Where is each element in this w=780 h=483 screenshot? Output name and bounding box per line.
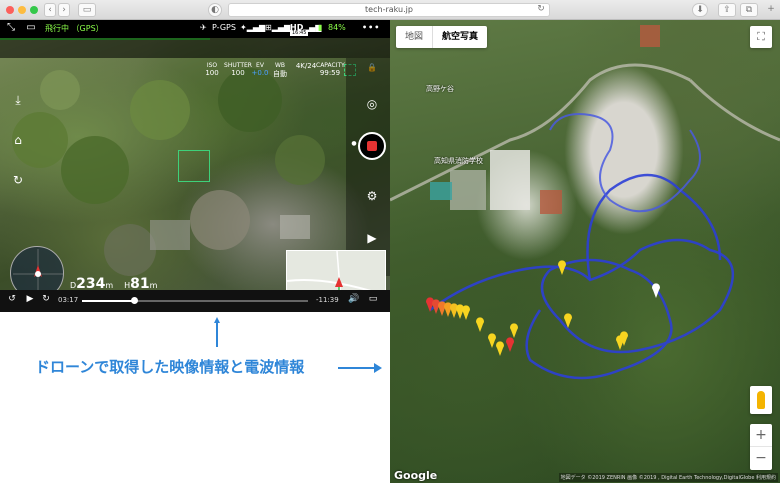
new-tab-icon[interactable]: + [764, 3, 778, 17]
zoom-in-button[interactable]: + [750, 424, 772, 447]
focus-target-box[interactable] [178, 150, 210, 182]
map-attribution[interactable]: 地図データ ©2019 ZENRIN 画像 ©2019 , Digital Ea… [558, 473, 778, 482]
camera-switch-icon[interactable]: ◎ [364, 96, 380, 112]
volume-icon[interactable]: 🔊 [348, 293, 360, 305]
arrow-up-icon [214, 317, 220, 347]
browser-toolbar: ‹ › ▭ ◐ tech-raku.jp ↻ ⬇ ⇪ ⧉ + [0, 0, 780, 20]
share-icon[interactable]: ⇪ [718, 3, 736, 17]
record-button[interactable] [358, 132, 386, 160]
camera-control-panel: ◎ ● ⚙ ▶ [346, 58, 390, 276]
camera-settings-icon[interactable]: ⚙ [364, 188, 380, 204]
more-menu-icon[interactable]: ••• [362, 23, 380, 32]
takeoff-icon[interactable]: ⤓ [10, 92, 26, 108]
return-home-icon[interactable]: ⌂ [10, 132, 26, 148]
capacity-readout: CAPACITY 99:59 [316, 62, 345, 77]
arrow-right-icon [338, 363, 382, 373]
maximize-window-button[interactable] [30, 6, 38, 14]
satellite-view-button[interactable]: 航空写真 [432, 26, 487, 48]
rewind-icon[interactable]: ↺ [6, 293, 18, 305]
progress-knob[interactable] [130, 297, 138, 304]
play-icon[interactable]: ▶ [24, 293, 36, 305]
battery-icon: ▮ [318, 23, 323, 32]
video-playback-bar: ↺ ▶ ↻ 03:17 -11:39 🔊 ▭ [0, 290, 390, 312]
place-label-takanogaya: 高野ケ谷 [426, 85, 454, 93]
sidebar-icon[interactable]: ▭ [78, 3, 96, 17]
privacy-icon[interactable]: ◐ [208, 3, 222, 17]
drone-status-bar: ⤡ ▭ 飛行中 （GPS） ✈ P-GPS ✦▂▄▆ ⊞▂▄▆ HD ▂▄▆ 1… [0, 20, 390, 38]
current-time: 03:17 [58, 296, 79, 304]
close-window-button[interactable] [6, 6, 14, 14]
satellite-map[interactable]: 地図 航空写真 ⛶ 高野ケ谷 高知県消防学校 + − Google 地図データ … [390, 20, 780, 483]
back-arrow-icon[interactable]: ‹ [44, 3, 56, 17]
cast-icon[interactable]: ▭ [24, 21, 38, 35]
playback-progress[interactable] [82, 297, 308, 304]
forward-icon[interactable]: ↻ [40, 293, 52, 305]
camera-settings-bar: ISO 100 SHUTTER 100 EV +0.0 WB 自動 4K/24 CAPA… [0, 38, 390, 78]
zoom-out-button[interactable]: − [750, 447, 772, 470]
forward-arrow-icon[interactable]: › [58, 3, 70, 17]
map-type-toggle: 地図 航空写真 [396, 26, 488, 48]
reload-icon[interactable]: ↻ [536, 3, 546, 17]
downloads-icon[interactable]: ⬇ [692, 3, 708, 17]
caption-text: ドローンで取得した映像情報と電波情報 [35, 358, 305, 376]
intelligent-flight-icon[interactable]: ↻ [10, 172, 26, 188]
zoom-control: + − [750, 424, 772, 470]
wb-readout: WB 自動 [273, 62, 287, 78]
fullscreen-icon[interactable]: ⛶ [750, 26, 772, 48]
satellite-signal-icon: ✦▂▄▆ [240, 23, 266, 32]
place-label-fire-school: 高知県消防学校 [434, 157, 483, 165]
battery-level: 84% [328, 23, 346, 32]
drone-icon: ✈ [200, 23, 207, 32]
minimize-window-button[interactable] [18, 6, 26, 14]
airplay-icon[interactable]: ▭ [366, 293, 380, 305]
flight-status: 飛行中 （GPS） [45, 24, 104, 33]
tabs-icon[interactable]: ⧉ [740, 3, 758, 17]
remaining-time: -11:39 [316, 296, 339, 304]
drone-video-panel: ⤡ ▭ 飛行中 （GPS） ✈ P-GPS ✦▂▄▆ ⊞▂▄▆ HD ▂▄▆ 1… [0, 20, 390, 312]
playback-icon[interactable]: ▶ [364, 230, 380, 246]
address-bar[interactable]: tech-raku.jp [228, 3, 550, 17]
progress-fill [82, 300, 134, 302]
street-view-pegman-icon[interactable] [750, 386, 772, 414]
google-logo: Google [394, 469, 438, 482]
remote-signal-icon: ⊞▂▄▆ [265, 23, 291, 32]
map-view-button[interactable]: 地図 [396, 26, 432, 48]
signal-markers [426, 260, 660, 356]
timer-badge: 16:45 [290, 30, 309, 36]
expand-icon[interactable]: ⤡ [4, 21, 18, 35]
iso-readout: ISO 100 [205, 62, 219, 77]
gps-mode: P-GPS [212, 23, 236, 32]
